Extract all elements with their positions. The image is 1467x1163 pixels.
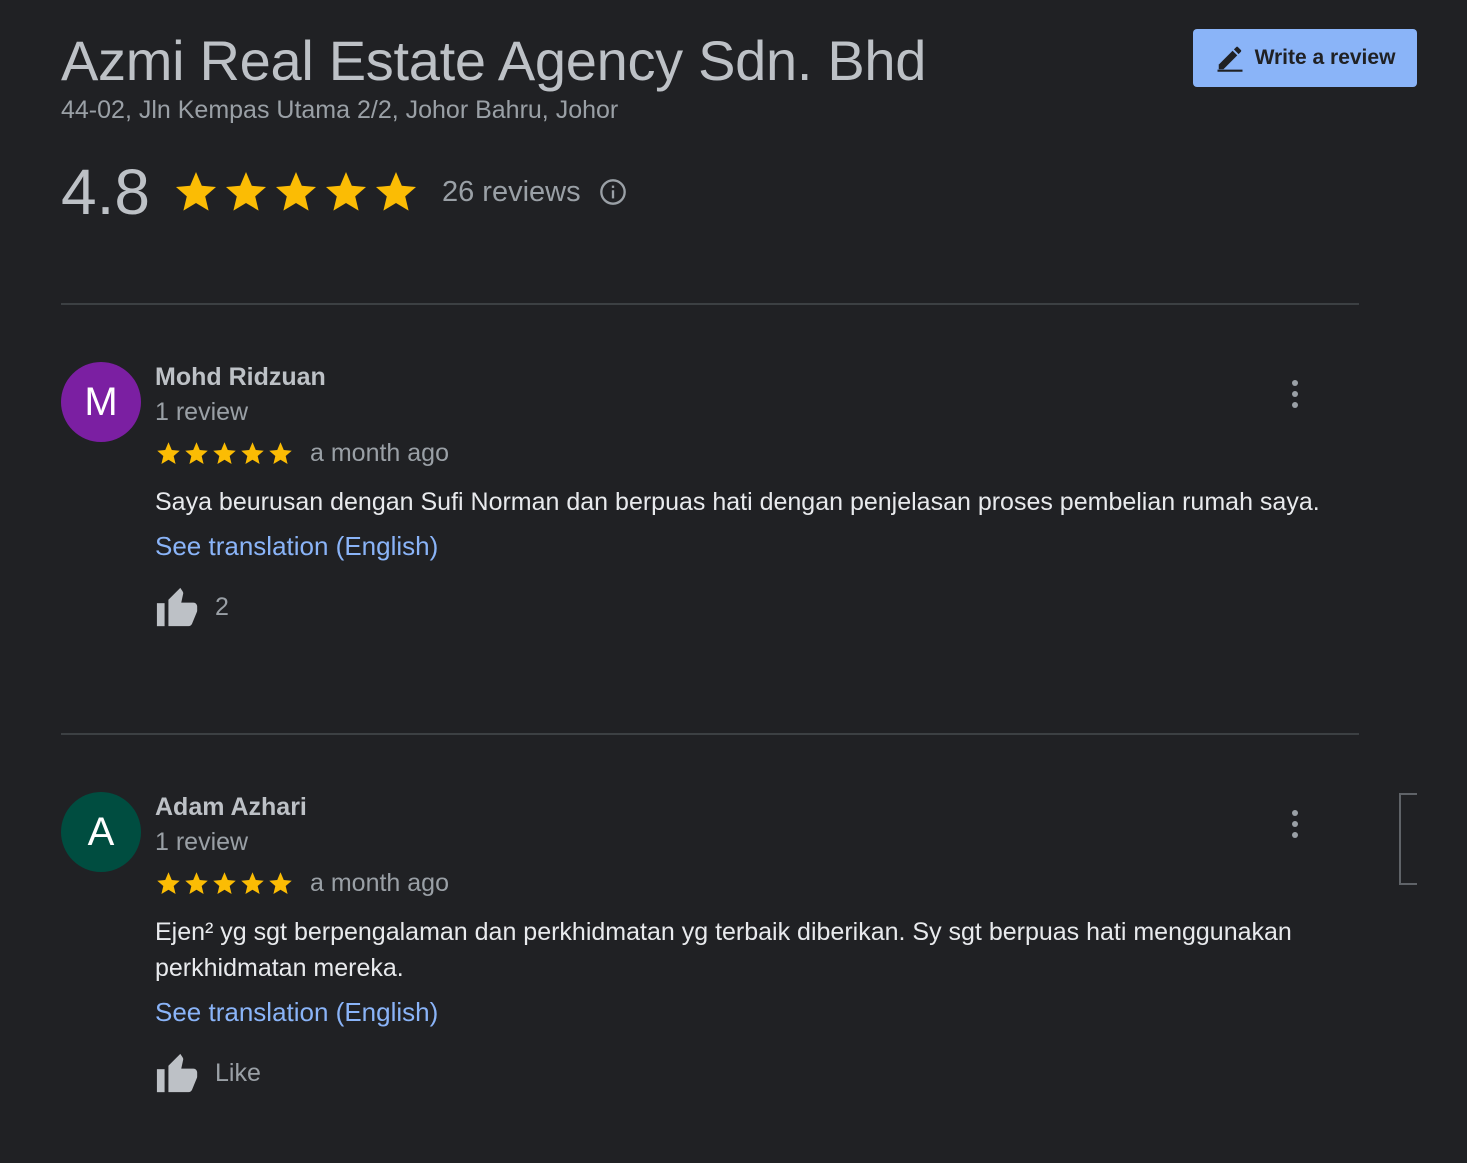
reviewer-meta: 1 review xyxy=(155,828,249,856)
avatar-letter: M xyxy=(84,379,118,424)
review-count: 26 reviews xyxy=(441,175,581,208)
reviewer-name[interactable]: Mohd Ridzuan xyxy=(155,362,1355,392)
review-item: A Adam Azhari 1 review a month ago Ejen²… xyxy=(61,792,1359,1122)
reviews-page: Azmi Real Estate Agency Sdn. Bhd 44-02, … xyxy=(0,0,1467,1163)
star-icon xyxy=(213,442,236,464)
thumbs-up-icon xyxy=(156,587,198,627)
avatar[interactable]: A xyxy=(61,792,141,872)
like-count: 2 xyxy=(215,592,229,621)
star-icon xyxy=(225,172,266,211)
like-label: Like xyxy=(215,1058,261,1087)
star-icon xyxy=(157,442,180,464)
more-options-icon[interactable] xyxy=(1285,808,1305,840)
star-icon xyxy=(375,172,416,211)
review-body: Mohd Ridzuan 1 review a month ago Saya b… xyxy=(155,362,1355,630)
review-text: Ejen² yg sgt berpengalaman dan perkhidma… xyxy=(155,918,1292,982)
star-icon xyxy=(241,442,264,464)
like-button[interactable]: Like xyxy=(155,1050,1355,1096)
reviewer-name[interactable]: Adam Azhari xyxy=(155,792,1355,822)
reviewer-meta: 1 review xyxy=(155,398,249,426)
star-icon xyxy=(325,172,366,211)
rating-stars xyxy=(172,168,420,216)
avatar[interactable]: M xyxy=(61,362,141,442)
review-rating-line: a month ago xyxy=(155,869,1355,898)
star-icon xyxy=(275,172,316,211)
scroll-indicator[interactable] xyxy=(1399,793,1417,885)
review-body: Adam Azhari 1 review a month ago Ejen² y… xyxy=(155,792,1355,1096)
write-review-label: Write a review xyxy=(1254,46,1396,69)
star-icon xyxy=(269,442,292,464)
business-header: Azmi Real Estate Agency Sdn. Bhd 44-02, … xyxy=(61,28,926,125)
review-stars xyxy=(155,870,294,897)
pencil-icon xyxy=(1217,46,1243,72)
review-stars xyxy=(155,440,294,467)
rating-value: 4.8 xyxy=(61,156,150,228)
rating-summary: 4.8 26 reviews xyxy=(61,155,627,229)
like-button[interactable]: 2 xyxy=(155,584,1355,630)
avatar-letter: A xyxy=(87,809,115,854)
divider xyxy=(61,733,1359,735)
business-name: Azmi Real Estate Agency Sdn. Bhd xyxy=(61,29,927,92)
review-item: M Mohd Ridzuan 1 review a month ago Saya… xyxy=(61,362,1359,682)
thumbs-up-icon xyxy=(156,1053,198,1093)
review-rating-line: a month ago xyxy=(155,439,1355,468)
review-time: a month ago xyxy=(310,869,449,897)
star-icon xyxy=(269,872,292,894)
write-review-button[interactable]: Write a review xyxy=(1193,29,1417,87)
star-icon xyxy=(157,872,180,894)
review-text: Saya beurusan dengan Sufi Norman dan ber… xyxy=(155,488,1320,516)
divider xyxy=(61,303,1359,305)
see-translation-link[interactable]: See translation (English) xyxy=(155,531,438,562)
star-icon xyxy=(213,872,236,894)
star-icon xyxy=(241,872,264,894)
business-address: 44-02, Jln Kempas Utama 2/2, Johor Bahru… xyxy=(61,96,619,124)
star-icon xyxy=(185,872,208,894)
star-icon xyxy=(175,172,216,211)
see-translation-link[interactable]: See translation (English) xyxy=(155,997,438,1028)
star-icon xyxy=(185,442,208,464)
info-icon[interactable] xyxy=(599,178,627,206)
review-time: a month ago xyxy=(310,439,449,467)
more-options-icon[interactable] xyxy=(1285,378,1305,410)
